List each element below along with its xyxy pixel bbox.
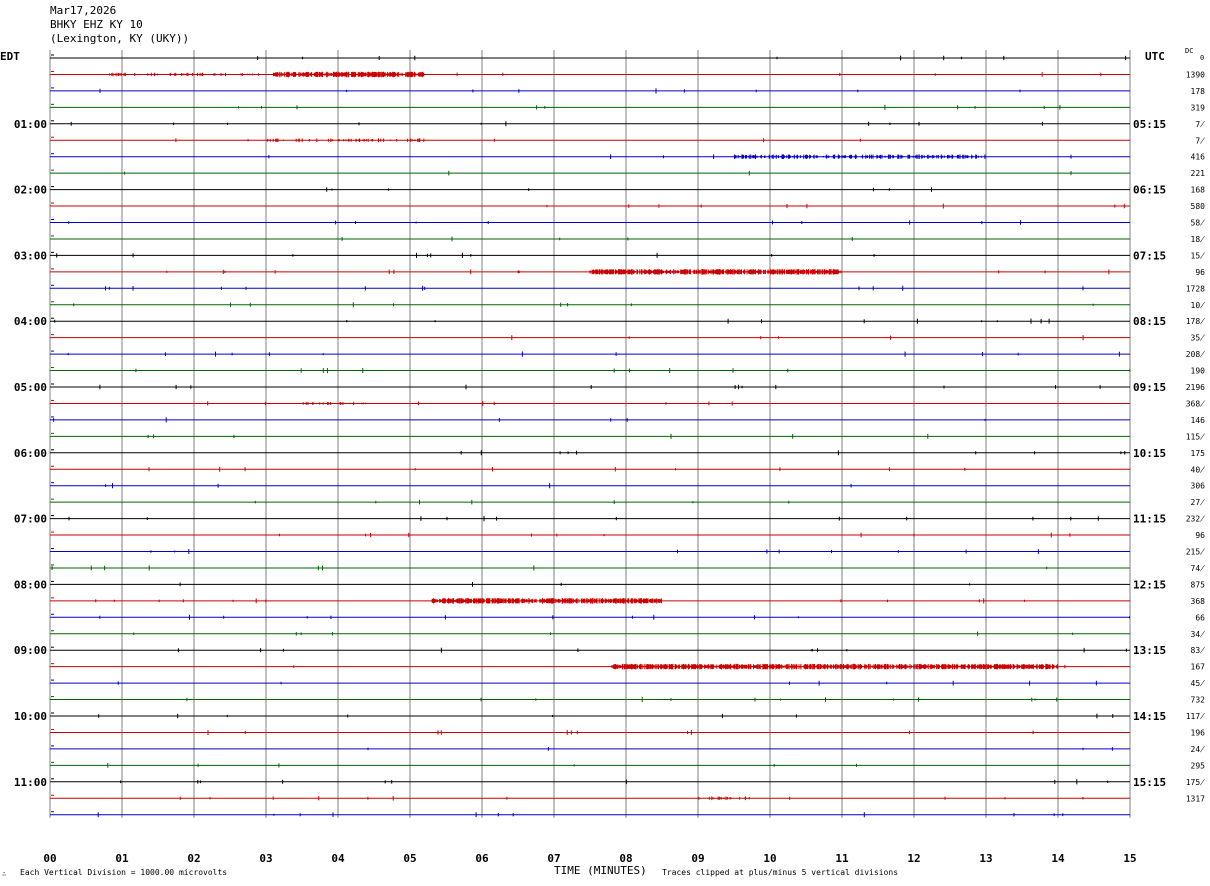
dc-offset-value: 580: [1191, 202, 1206, 211]
dc-offset-value: 319: [1191, 103, 1206, 112]
station-location: (Lexington, KY (UKY)): [50, 32, 190, 45]
right-hour-label: 05:15: [1133, 118, 1166, 131]
dc-header: DC: [1185, 47, 1194, 55]
helicorder-plot: 00 01 02 03 04 05 06 07 08 09 10 11 12 13 14 1501:0002:…: [14, 50, 1206, 865]
x-tick-label: 13: [979, 852, 992, 865]
right-hour-label: 09:15: [1133, 381, 1166, 394]
right-hour-label: 11:15: [1133, 513, 1166, 526]
right-hour-label: 15:15: [1133, 776, 1166, 789]
x-tick-label: 14: [1051, 852, 1065, 865]
left-hour-label: 01:00: [14, 118, 47, 131]
x-axis-title: TIME (MINUTES): [554, 864, 647, 877]
left-hour-label: 11:00: [14, 776, 47, 789]
scale-note: Each Vertical Division = 1000.00 microvo…: [20, 868, 228, 877]
right-hour-label: 08:15: [1133, 315, 1166, 328]
dc-offset-value: 40̸: [1191, 465, 1206, 474]
dc-offset-value: 10̸: [1191, 301, 1206, 310]
left-hour-label: 07:00: [14, 513, 47, 526]
right-hour-label: 07:15: [1133, 249, 1166, 262]
dc-offset-value: 167: [1191, 663, 1206, 672]
right-hour-label: 06:15: [1133, 184, 1166, 197]
dc-offset-value: 35̸: [1191, 334, 1206, 343]
left-hour-label: 04:00: [14, 315, 47, 328]
dc-offset-value: 58̸: [1191, 219, 1206, 228]
station-name: BHKY EHZ KY 10: [50, 18, 143, 31]
dc-offset-value: 178: [1191, 87, 1206, 96]
dc-offset-value: 83̸: [1191, 646, 1206, 655]
left-hour-label: 09:00: [14, 644, 47, 657]
x-tick-label: 06: [475, 852, 489, 865]
x-tick-label: 04: [331, 852, 345, 865]
dc-offset-value: 416: [1191, 153, 1206, 162]
dc-offset-value: 190: [1191, 367, 1206, 376]
dc-offset-value: 232̸: [1186, 515, 1205, 524]
left-hour-label: 05:00: [14, 381, 47, 394]
corner-mark: ∴: [2, 870, 7, 878]
dc-offset-value: 74̸: [1191, 564, 1206, 573]
dc-offset-value: 66: [1195, 613, 1205, 622]
dc-offset-value: 196: [1191, 728, 1206, 737]
dc-offset-value: 368: [1191, 597, 1206, 606]
dc-offset-value: 221: [1191, 169, 1206, 178]
dc-offset-value: 117̸: [1186, 712, 1205, 721]
dc-offset-value: 18̸: [1191, 235, 1206, 244]
right-timezone: UTC: [1145, 50, 1165, 63]
x-tick-label: 00: [43, 852, 56, 865]
dc-offset-value: 45̸: [1191, 679, 1206, 688]
left-hour-label: 10:00: [14, 710, 47, 723]
dc-offset-value: 146: [1191, 416, 1206, 425]
dc-offset-value: 2196: [1186, 383, 1205, 392]
dc-offset-value: 368̸: [1186, 399, 1205, 408]
x-tick-label: 15: [1123, 852, 1136, 865]
x-tick-label: 03: [259, 852, 272, 865]
x-tick-label: 01: [115, 852, 129, 865]
dc-offset-value: 208̸: [1186, 350, 1205, 359]
x-tick-label: 10: [763, 852, 776, 865]
right-hour-label: 14:15: [1133, 710, 1166, 723]
vertical-grid: [49, 50, 1131, 818]
dc-offset-value: 15̸: [1191, 251, 1206, 260]
left-timezone: EDT: [0, 50, 20, 63]
dc-offset-value: 175̸: [1186, 778, 1205, 787]
clip-note: Traces clipped at plus/minus 5 vertical …: [662, 868, 899, 877]
right-hour-label: 13:15: [1133, 644, 1166, 657]
dc-zero: 0: [1200, 54, 1205, 62]
record-date: Mar17,2026: [50, 4, 117, 17]
dc-offset-value: 34̸: [1191, 630, 1206, 639]
dc-offset-value: 115̸: [1186, 432, 1205, 441]
dc-offset-value: 1390: [1186, 70, 1205, 79]
dc-offset-value: 168: [1191, 186, 1206, 195]
dc-offset-value: 175: [1191, 449, 1206, 458]
dc-offset-value: 96: [1195, 531, 1205, 540]
dc-offset-value: 7̸: [1195, 120, 1205, 129]
left-hour-label: 08:00: [14, 578, 47, 591]
dc-offset-value: 306: [1191, 482, 1206, 491]
right-hour-label: 10:15: [1133, 447, 1166, 460]
right-hour-label: 12:15: [1133, 578, 1166, 591]
dc-offset-value: 24̸: [1191, 745, 1206, 754]
left-hour-label: 06:00: [14, 447, 47, 460]
left-hour-label: 02:00: [14, 184, 47, 197]
dc-offset-value: 1317: [1186, 794, 1205, 803]
dc-offset-value: 7̸: [1195, 136, 1205, 145]
x-tick-label: 11: [835, 852, 849, 865]
dc-offset-value: 1728: [1186, 284, 1205, 293]
x-tick-label: 09: [691, 852, 704, 865]
left-hour-label: 03:00: [14, 249, 47, 262]
dc-offset-value: 178̸: [1186, 317, 1205, 326]
dc-offset-value: 875: [1191, 580, 1206, 589]
x-tick-label: 12: [907, 852, 920, 865]
dc-offset-value: 295: [1191, 761, 1206, 770]
seismic-traces: [50, 54, 1131, 818]
x-tick-label: 05: [403, 852, 416, 865]
dc-offset-value: 96: [1195, 268, 1205, 277]
dc-offset-value: 215̸: [1186, 548, 1205, 557]
dc-offset-value: 27̸: [1191, 498, 1206, 507]
x-tick-label: 02: [187, 852, 200, 865]
dc-offset-value: 732: [1191, 696, 1206, 705]
